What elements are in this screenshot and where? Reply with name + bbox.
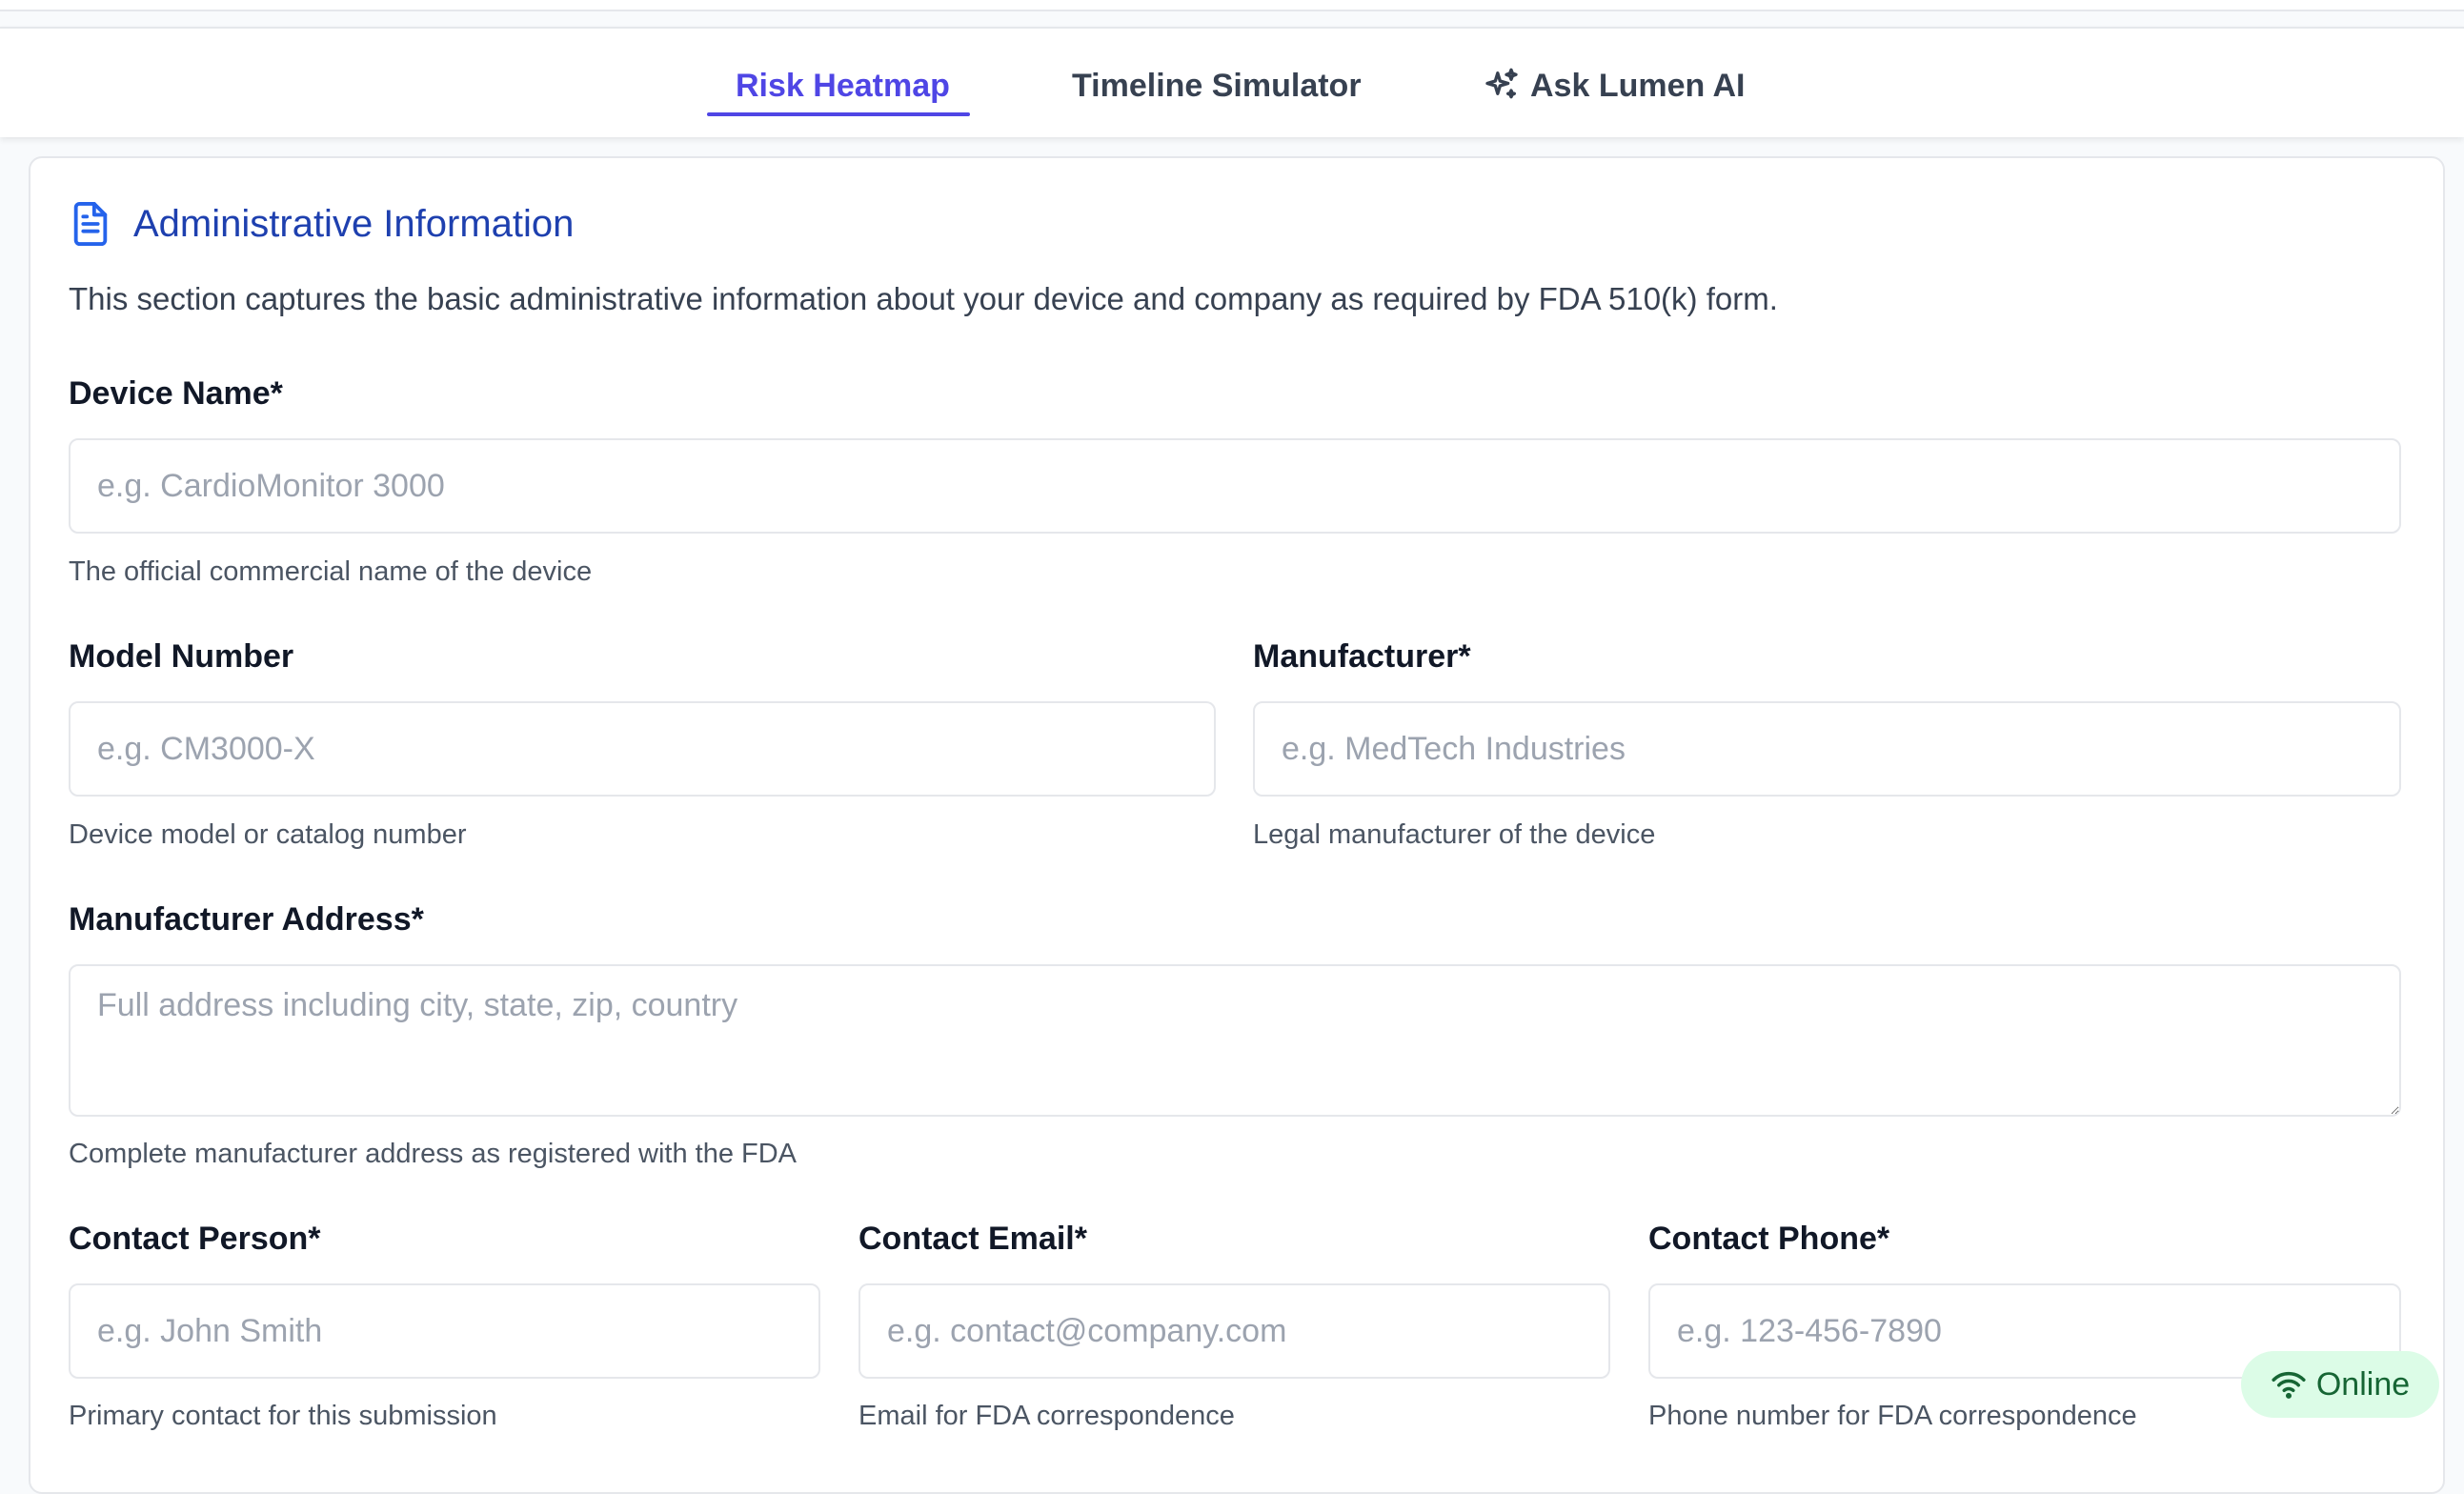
manufacturer-address-help: Complete manufacturer address as registe… xyxy=(69,1139,798,1169)
contact-person-help: Primary contact for this submission xyxy=(69,1401,497,1431)
contact-person-input[interactable] xyxy=(69,1283,820,1379)
manufacturer-help: Legal manufacturer of the device xyxy=(1253,819,1656,850)
manufacturer-address-textarea[interactable] xyxy=(69,964,2401,1117)
contact-email-label: Contact Email* xyxy=(858,1221,1087,1257)
manufacturer-label: Manufacturer* xyxy=(1253,638,1471,675)
tab-timeline-simulator[interactable]: Timeline Simulator xyxy=(1072,61,1362,111)
model-number-input[interactable] xyxy=(69,701,1216,797)
manufacturer-input[interactable] xyxy=(1253,701,2401,797)
active-tab-indicator xyxy=(707,112,970,116)
contact-email-input[interactable] xyxy=(858,1283,1610,1379)
model-number-help: Device model or catalog number xyxy=(69,819,467,850)
section-title: Administrative Information xyxy=(133,202,575,245)
contact-phone-label: Contact Phone* xyxy=(1648,1221,1890,1257)
contact-person-label: Contact Person* xyxy=(69,1221,321,1257)
device-name-help: The official commercial name of the devi… xyxy=(69,556,593,587)
manufacturer-address-label: Manufacturer Address* xyxy=(69,901,424,938)
tab-label: Risk Heatmap xyxy=(736,67,950,104)
section-header: Administrative Information xyxy=(69,195,574,252)
contact-email-help: Email for FDA correspondence xyxy=(858,1401,1235,1431)
tab-label: Ask Lumen AI xyxy=(1530,67,1746,104)
online-status-label: Online xyxy=(2315,1365,2411,1403)
document-icon xyxy=(69,200,112,248)
wifi-icon xyxy=(2271,1368,2307,1401)
sparkles-icon xyxy=(1483,67,1521,105)
model-number-label: Model Number xyxy=(69,638,294,675)
top-border xyxy=(0,0,2464,11)
tab-risk-heatmap[interactable]: Risk Heatmap xyxy=(736,61,950,111)
device-name-label: Device Name* xyxy=(69,375,283,412)
tab-ask-lumen-ai[interactable]: Ask Lumen AI xyxy=(1483,61,1745,111)
tab-bar: Risk Heatmap Timeline Simulator Ask Lume… xyxy=(0,27,2464,137)
section-description: This section captures the basic administ… xyxy=(69,281,1778,316)
device-name-input[interactable] xyxy=(69,438,2401,534)
contact-phone-help: Phone number for FDA correspondence xyxy=(1648,1401,2137,1431)
online-status-badge: Online xyxy=(2241,1351,2439,1418)
tab-label: Timeline Simulator xyxy=(1072,67,1362,104)
